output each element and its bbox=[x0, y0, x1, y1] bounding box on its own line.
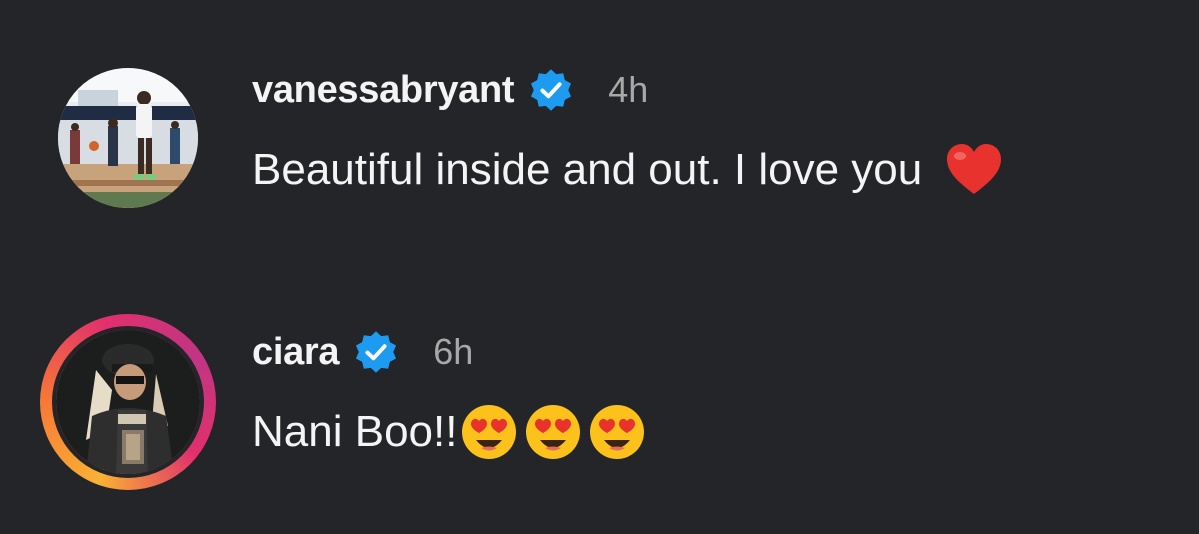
heart-eyes-emoji-icon bbox=[590, 405, 645, 459]
red-heart-emoji-icon bbox=[947, 144, 1002, 194]
avatar bbox=[52, 326, 204, 478]
comment-timestamp: 4h bbox=[608, 69, 649, 110]
avatar-image bbox=[58, 68, 198, 208]
heart-eyes-emoji-icon bbox=[462, 405, 517, 459]
comment-body: Nani Boo!! bbox=[252, 402, 647, 462]
heart-eyes-emoji-icon bbox=[526, 405, 581, 459]
avatar-button[interactable] bbox=[52, 62, 212, 222]
comment-header: vanessabryant 4h bbox=[252, 64, 648, 116]
username-link[interactable]: vanessabryant bbox=[252, 69, 515, 112]
username-link[interactable]: ciara bbox=[252, 331, 340, 374]
comment-text: Beautiful inside and out. I love you bbox=[252, 145, 923, 194]
verified-badge-icon bbox=[356, 331, 397, 373]
comment-timestamp: 6h bbox=[433, 331, 474, 372]
avatar-button[interactable] bbox=[40, 314, 216, 490]
avatar-image bbox=[56, 330, 200, 474]
comment-body: Beautiful inside and out. I love you bbox=[252, 142, 1004, 198]
comments-list: vanessabryant 4h Beautiful inside and ou… bbox=[0, 0, 1199, 534]
comment-text: Nani Boo!! bbox=[252, 407, 458, 456]
comment-header: ciara 6h bbox=[252, 326, 473, 378]
avatar bbox=[58, 68, 198, 208]
verified-badge-icon bbox=[531, 69, 572, 111]
